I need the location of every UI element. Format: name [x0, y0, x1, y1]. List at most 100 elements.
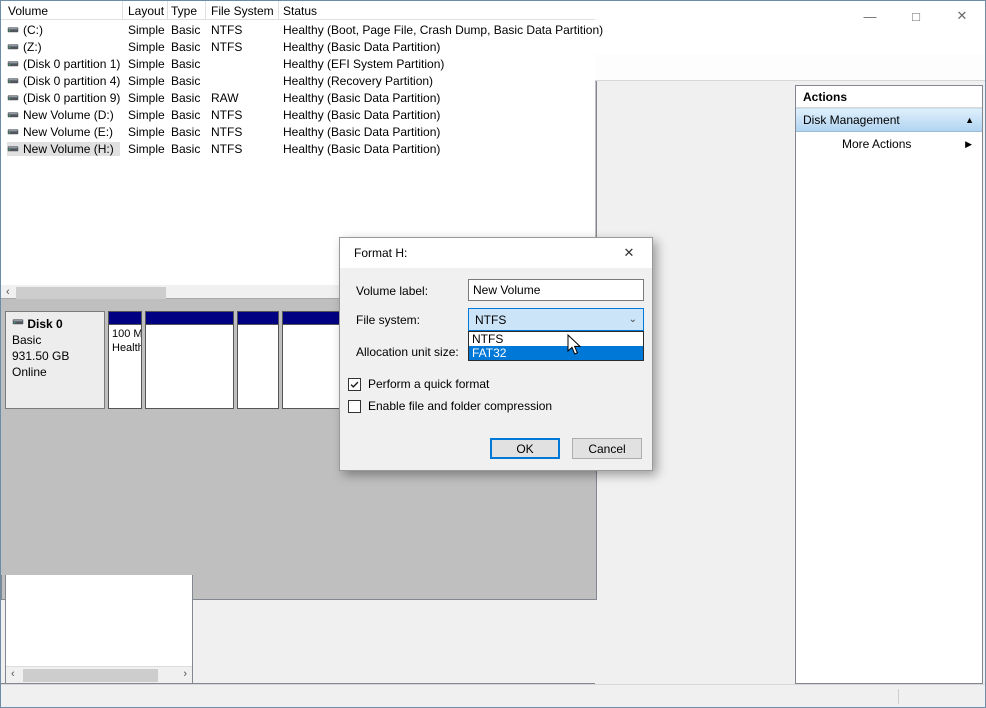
file-system-dropdown-list: NTFS FAT32 [468, 331, 644, 361]
disk-type: Basic [12, 333, 42, 347]
type-cell: Basic [171, 142, 201, 156]
volume-name: (Disk 0 partition 1) [23, 57, 121, 71]
table-row[interactable]: (C:) Simple Basic NTFS Healthy (Boot, Page F… [1, 21, 604, 38]
layout-cell: Simple [128, 57, 165, 71]
column-separator[interactable] [205, 1, 206, 20]
file-system-combobox[interactable]: NTFS ⌄ [468, 308, 644, 331]
status-cell: Healthy (EFI System Partition) [283, 57, 445, 71]
more-actions-item[interactable]: More Actions ▶ [796, 132, 982, 156]
scrollbar-thumb[interactable] [23, 669, 158, 682]
partition-text [238, 325, 278, 329]
partition-block[interactable]: 100 MBHealthy ( [108, 311, 142, 409]
collapse-icon[interactable]: ▲ [965, 115, 974, 125]
column-header-type[interactable]: Type [171, 4, 197, 18]
file-system-cell: NTFS [211, 23, 243, 37]
minimize-button[interactable]: — [847, 1, 893, 31]
disk-name: Disk 0 [27, 317, 63, 331]
table-row[interactable]: New Volume (E:) Simple Basic NTFS Healthy (B… [1, 123, 595, 140]
allocation-unit-size-label: Allocation unit size: [356, 345, 459, 359]
volume-icon [7, 143, 19, 155]
layout-cell: Simple [128, 40, 165, 54]
primary-partition-band [146, 312, 233, 325]
table-row[interactable]: (Z:) Simple Basic NTFS Healthy (Basic Data P… [1, 38, 595, 55]
layout-cell: Simple [128, 74, 165, 88]
column-header-status[interactable]: Status [283, 4, 317, 18]
dialog-title: Format H: [354, 246, 408, 260]
volume-name: New Volume (E:) [23, 125, 114, 139]
file-system-cell: NTFS [211, 40, 243, 54]
partition-block[interactable] [237, 311, 279, 409]
ok-button[interactable]: OK [490, 438, 560, 459]
volume-label-input[interactable] [468, 279, 644, 301]
table-row[interactable]: (Disk 0 partition 1) Simple Basic Healthy (… [1, 55, 595, 72]
volume-label-label: Volume label: [356, 284, 429, 298]
volume-icon [7, 41, 19, 53]
disk-size: 931.50 GB [12, 349, 70, 363]
compression-checkbox-row[interactable]: Enable file and folder compression [348, 399, 552, 413]
volume-icon [7, 24, 19, 36]
compression-checkbox[interactable] [348, 399, 361, 413]
status-cell: Healthy (Recovery Partition) [283, 74, 434, 88]
volume-name: (C:) [23, 23, 43, 37]
status-cell: Healthy (Basic Data Partition) [283, 142, 441, 156]
type-cell: Basic [171, 57, 201, 71]
volume-icon [7, 126, 19, 138]
status-cell: Healthy (Basic Data Partition) [283, 91, 441, 105]
partition-block[interactable] [145, 311, 234, 409]
dropdown-option-fat32[interactable]: FAT32 [469, 346, 643, 360]
disk-state: Online [12, 365, 47, 379]
scroll-right-arrow[interactable]: › [183, 668, 187, 680]
actions-group-disk-management[interactable]: Disk Management ▲ [796, 108, 982, 132]
layout-cell: Simple [128, 125, 165, 139]
file-system-cell: NTFS [211, 142, 243, 156]
table-row[interactable]: New Volume (H:) Simple Basic NTFS Healthy (B… [1, 140, 595, 157]
more-actions-label: More Actions [842, 137, 912, 151]
quick-format-checkbox[interactable] [348, 377, 361, 391]
column-separator[interactable] [122, 1, 123, 20]
scroll-left-arrow[interactable]: ‹ [11, 668, 15, 680]
column-header-file-system[interactable]: File System [211, 4, 274, 18]
status-cell: Healthy (Basic Data Partition) [283, 40, 441, 54]
layout-cell: Simple [128, 91, 165, 105]
table-row[interactable]: (Disk 0 partition 9) Simple Basic RAW Health… [1, 89, 595, 106]
volume-icon [7, 58, 19, 70]
status-cell: Healthy (Basic Data Partition) [283, 108, 441, 122]
maximize-button[interactable]: □ [893, 1, 939, 31]
type-cell: Basic [171, 108, 201, 122]
primary-partition-band [109, 312, 141, 325]
cancel-button[interactable]: Cancel [572, 438, 642, 459]
close-button[interactable]: ✕ [939, 1, 985, 31]
column-header-layout[interactable]: Layout [128, 4, 164, 18]
dialog-close-icon[interactable]: ✕ [612, 238, 646, 268]
layout-cell: Simple [128, 23, 165, 37]
partition-text: 100 MBHealthy ( [112, 328, 142, 354]
volume-name: New Volume (H:) [23, 142, 114, 156]
mouse-cursor [567, 333, 583, 359]
column-separator[interactable] [278, 1, 279, 20]
volume-icon [7, 92, 19, 104]
partition-text [146, 325, 233, 329]
actions-pane: Actions Disk Management ▲ More Actions ▶ [795, 85, 983, 684]
table-row[interactable]: (Disk 0 partition 4) Simple Basic Healthy (… [1, 72, 595, 89]
format-dialog: Format H: ✕ Volume label: File system: N… [339, 237, 653, 471]
dropdown-option-ntfs[interactable]: NTFS [469, 332, 643, 346]
column-separator[interactable] [167, 1, 168, 20]
quick-format-checkbox-row[interactable]: Perform a quick format [348, 377, 489, 391]
type-cell: Basic [171, 91, 201, 105]
tree-horizontal-scrollbar[interactable]: ‹ › [6, 666, 192, 683]
status-cell: Healthy (Boot, Page File, Crash Dump, Ba… [283, 23, 604, 37]
compression-label: Enable file and folder compression [368, 399, 553, 413]
chevron-down-icon: ⌄ [628, 314, 637, 325]
actions-header: Actions [796, 86, 982, 108]
type-cell: Basic [171, 74, 201, 88]
column-header-volume[interactable]: Volume [8, 4, 48, 18]
table-row[interactable]: New Volume (D:) Simple Basic NTFS Healthy (B… [1, 106, 595, 123]
type-cell: Basic [171, 125, 201, 139]
status-cell: Healthy (Basic Data Partition) [283, 125, 441, 139]
disk-icon [12, 317, 24, 331]
dialog-title-bar: Format H: ✕ [340, 238, 652, 268]
volume-name: (Z:) [23, 40, 42, 54]
volume-list-header: Volume Layout Type File System Status [1, 1, 595, 20]
disk0-info-box[interactable]: Disk 0 Basic 931.50 GB Online [5, 311, 105, 409]
scroll-left-arrow[interactable]: ‹ [6, 286, 10, 298]
